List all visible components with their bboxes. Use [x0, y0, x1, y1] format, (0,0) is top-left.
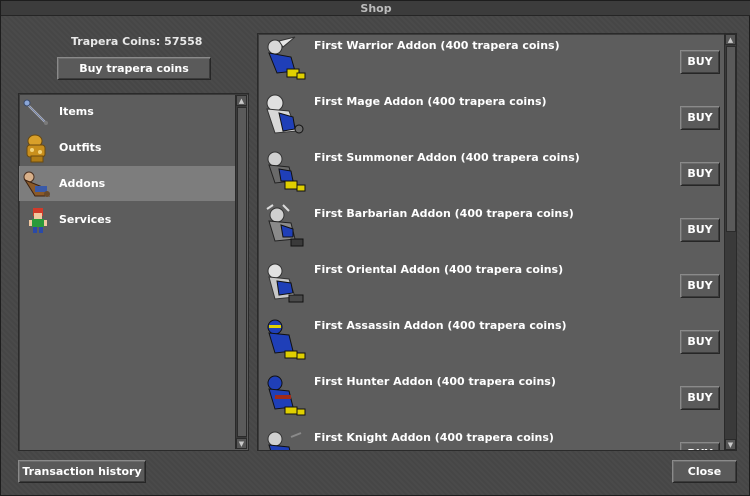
buy-button[interactable]: BUY — [680, 50, 720, 74]
scroll-down-arrow-icon[interactable]: ▼ — [725, 439, 736, 450]
category-label: Services — [59, 213, 112, 226]
oriental-outfit-icon — [267, 263, 304, 303]
buy-button[interactable]: BUY — [680, 442, 720, 450]
offer-list: First Warrior Addon (400 trapera coins) … — [257, 33, 737, 451]
scrollbar-thumb[interactable] — [726, 46, 736, 232]
addon-outfit-icon — [23, 171, 50, 197]
category-item-services[interactable]: Services — [19, 202, 235, 237]
scroll-up-arrow-icon[interactable]: ▲ — [725, 34, 736, 45]
category-label: Items — [59, 105, 94, 118]
offer-row: First Barbarian Addon (400 trapera coins… — [258, 202, 724, 258]
knight-outfit-icon — [267, 431, 302, 450]
scrollbar-thumb[interactable] — [237, 107, 247, 437]
barbarian-outfit-icon — [266, 204, 304, 247]
warrior-outfit-icon — [267, 36, 306, 80]
offer-label: First Barbarian Addon (400 trapera coins… — [314, 207, 574, 220]
golden-armor-icon — [26, 134, 46, 163]
buy-button[interactable]: BUY — [680, 274, 720, 298]
offer-label: First Warrior Addon (400 trapera coins) — [314, 39, 560, 52]
category-item-outfits[interactable]: Outfits — [19, 130, 235, 165]
category-item-addons[interactable]: Addons — [19, 166, 235, 201]
buy-button[interactable]: BUY — [680, 218, 720, 242]
buy-coins-button[interactable]: Buy trapera coins — [57, 57, 211, 80]
offer-row: First Mage Addon (400 trapera coins) BUY — [258, 90, 724, 146]
offer-label: First Assassin Addon (400 trapera coins) — [314, 319, 567, 332]
buy-button[interactable]: BUY — [680, 330, 720, 354]
coin-balance: Trapera Coins: 57558 — [71, 35, 203, 48]
offer-row: First Oriental Addon (400 trapera coins)… — [258, 258, 724, 314]
assassin-outfit-icon — [267, 319, 306, 360]
offer-row: First Warrior Addon (400 trapera coins) … — [258, 34, 724, 90]
category-list: Items Outfits Addons Services ▲ ▼ — [18, 93, 249, 451]
transaction-history-button[interactable]: Transaction history — [18, 460, 146, 483]
scroll-up-arrow-icon[interactable]: ▲ — [236, 95, 247, 106]
category-label: Outfits — [59, 141, 102, 154]
category-label: Addons — [59, 177, 106, 190]
hunter-outfit-icon — [267, 375, 306, 416]
buy-button[interactable]: BUY — [680, 106, 720, 130]
offer-label: First Mage Addon (400 trapera coins) — [314, 95, 547, 108]
character-icon — [29, 208, 47, 233]
offer-label: First Hunter Addon (400 trapera coins) — [314, 375, 556, 388]
window-title: Shop — [1, 1, 750, 16]
category-item-items[interactable]: Items — [19, 94, 235, 129]
shop-window: Shop Trapera Coins: 57558 Buy trapera co… — [0, 0, 750, 496]
offer-row: First Assassin Addon (400 trapera coins)… — [258, 314, 724, 370]
offer-row: First Knight Addon (400 trapera coins) B… — [258, 426, 724, 450]
summoner-outfit-icon — [267, 151, 306, 192]
offer-label: First Oriental Addon (400 trapera coins) — [314, 263, 564, 276]
offer-label: First Knight Addon (400 trapera coins) — [314, 431, 554, 444]
offer-row: First Summoner Addon (400 trapera coins)… — [258, 146, 724, 202]
wand-icon — [23, 99, 48, 125]
mage-outfit-icon — [266, 94, 304, 134]
category-scrollbar[interactable]: ▲ ▼ — [235, 95, 247, 449]
offer-row: First Hunter Addon (400 trapera coins) B… — [258, 370, 724, 426]
buy-button[interactable]: BUY — [680, 162, 720, 186]
scroll-down-arrow-icon[interactable]: ▼ — [236, 438, 247, 449]
offer-label: First Summoner Addon (400 trapera coins) — [314, 151, 580, 164]
buy-button[interactable]: BUY — [680, 386, 720, 410]
offer-scrollbar[interactable]: ▲ ▼ — [724, 34, 736, 450]
close-button[interactable]: Close — [672, 460, 737, 483]
